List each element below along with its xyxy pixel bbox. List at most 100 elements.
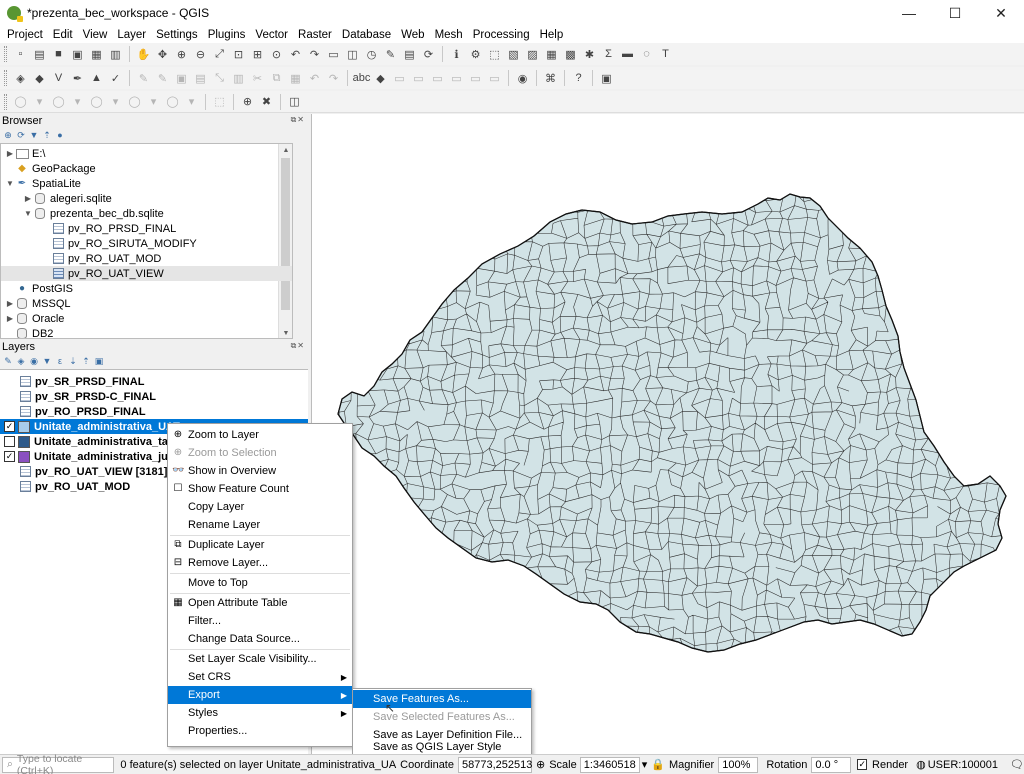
menu-database[interactable]: Database	[337, 29, 396, 41]
identify-icon[interactable]: ℹ	[448, 46, 465, 63]
context-menu-item[interactable]: Copy Layer	[168, 498, 352, 516]
lock-icon[interactable]: 🔒	[651, 758, 665, 771]
layer-symbol-swatch[interactable]	[18, 435, 30, 448]
context-menu-item[interactable]: Export ▶	[168, 686, 352, 704]
field-calculator-icon[interactable]: ▩	[562, 46, 579, 63]
layer-diagram-icon[interactable]: ▭	[486, 70, 503, 87]
locator-search-input[interactable]: ⌕ Type to locate (Ctrl+K)	[2, 753, 115, 774]
plugin-globe-icon[interactable]: ◉	[514, 70, 531, 87]
pan-to-selection-icon[interactable]: ✥	[154, 46, 171, 63]
new-3d-view-icon[interactable]: ◫	[344, 46, 361, 63]
browser-item[interactable]: ◆ GeoPackage	[1, 161, 292, 176]
change-label-icon[interactable]: ▭	[467, 70, 484, 87]
scale-dropdown-icon[interactable]: ▾	[642, 758, 648, 771]
save-as-icon[interactable]: ▣	[69, 46, 86, 63]
new-scratch-layer-icon[interactable]: ▲	[88, 70, 105, 87]
collapse-all-icon[interactable]: ⇡	[42, 130, 52, 141]
layer-item[interactable]: pv_RO_PRSD_FINAL	[0, 404, 308, 419]
browser-item[interactable]: DB2	[1, 326, 292, 338]
new-project-icon[interactable]: ▫	[12, 46, 29, 63]
copy-icon[interactable]: ⧉	[268, 70, 285, 87]
zoom-selection-icon[interactable]: ⊡	[230, 46, 247, 63]
label-toolbar-icon[interactable]: ◆	[372, 70, 389, 87]
browser-item[interactable]: pv_RO_SIRUTA_MODIFY	[1, 236, 292, 251]
magnifier-spinbox[interactable]: 100%	[718, 756, 759, 773]
dropdown-icon[interactable]: ▾	[69, 93, 86, 110]
browser-item[interactable]: ▶ MSSQL	[1, 296, 292, 311]
context-menu-item[interactable]: ☐ Show Feature Count	[168, 480, 352, 498]
cut-icon[interactable]: ✂	[249, 70, 266, 87]
menu-vector[interactable]: Vector	[250, 29, 293, 41]
collapse-all-icon[interactable]: ⇡	[81, 356, 91, 367]
rotate-label-icon[interactable]: ▭	[448, 70, 465, 87]
toolbar-grip[interactable]	[4, 93, 7, 110]
dropdown-icon[interactable]: ▾	[145, 93, 162, 110]
expand-arrow-icon[interactable]: ▶	[5, 149, 15, 158]
close-button[interactable]: ✕	[978, 0, 1024, 26]
refresh-icon[interactable]: ⟳	[16, 130, 26, 141]
expand-all-icon[interactable]: ⇣	[68, 356, 78, 367]
context-menu-item[interactable]: Filter...	[168, 612, 352, 630]
coordinate-field[interactable]: 58773,252513	[458, 756, 532, 773]
menu-project[interactable]: Project	[2, 29, 48, 41]
layer-symbol-swatch[interactable]	[18, 450, 30, 463]
render-checkbox[interactable]: ✓	[857, 759, 868, 770]
dropdown-icon[interactable]: ▾	[31, 93, 48, 110]
browser-item[interactable]: pv_RO_UAT_VIEW	[1, 266, 292, 281]
actions-icon[interactable]: ⚙	[467, 46, 484, 63]
layer-symbol-swatch[interactable]	[18, 420, 30, 433]
label-icon[interactable]: abc	[353, 70, 371, 87]
maximize-button[interactable]: ☐	[932, 0, 978, 26]
layer-visibility-checkbox[interactable]: ✓	[4, 421, 15, 432]
bookmark-icon[interactable]: ✎	[382, 46, 399, 63]
filter-icon[interactable]: ▼	[29, 130, 39, 140]
zoom-in-icon[interactable]: ⊕	[173, 46, 190, 63]
expand-arrow-icon[interactable]: ▼	[23, 209, 33, 218]
menu-layer[interactable]: Layer	[112, 29, 151, 41]
layer-visibility-checkbox[interactable]: ✓	[4, 451, 15, 462]
expand-arrow-icon[interactable]: ▶	[5, 299, 15, 308]
minimize-button[interactable]: —	[886, 0, 932, 26]
menu-plugins[interactable]: Plugins	[203, 29, 251, 41]
filter-expression-icon[interactable]: ε	[55, 356, 65, 366]
redo-icon[interactable]: ↷	[325, 70, 342, 87]
panel-float-close-buttons[interactable]: ⧉✕	[291, 115, 305, 125]
zoom-next-icon[interactable]: ↷	[306, 46, 323, 63]
plugin-icon[interactable]: ▣	[598, 70, 615, 87]
print-layout-icon[interactable]: ▦	[88, 46, 105, 63]
romania-uat-map[interactable]	[312, 114, 1024, 754]
zoom-native-icon[interactable]: ⊙	[268, 46, 285, 63]
layer-item[interactable]: pv_SR_PRSD-C_FINAL	[0, 389, 308, 404]
paste-icon[interactable]: ▦	[287, 70, 304, 87]
context-menu-item[interactable]: ⊟ Remove Layer...	[168, 554, 352, 572]
temporal-icon[interactable]: ◷	[363, 46, 380, 63]
menu-processing[interactable]: Processing	[468, 29, 535, 41]
show-bookmarks-icon[interactable]: ▤	[401, 46, 418, 63]
overview-icon[interactable]: ◫	[286, 93, 303, 110]
context-menu-item[interactable]: 👓 Show in Overview	[168, 462, 352, 480]
remove-layer-icon[interactable]: ▣	[94, 356, 104, 367]
messages-icon[interactable]: 🗨	[1010, 758, 1024, 771]
locator-zoom-icon[interactable]: ⊕	[239, 93, 256, 110]
data-source-manager-icon[interactable]: ◈	[12, 70, 29, 87]
expand-arrow-icon[interactable]: ▶	[5, 314, 15, 323]
menu-settings[interactable]: Settings	[151, 29, 203, 41]
dropdown-icon[interactable]: ▾	[183, 93, 200, 110]
new-spatialite-icon[interactable]: ✒	[69, 70, 86, 87]
layer-visibility-checkbox[interactable]	[4, 436, 15, 447]
browser-item[interactable]: ▼ prezenta_bec_db.sqlite	[1, 206, 292, 221]
visibility-icon[interactable]: ◉	[29, 356, 39, 367]
zoom-layer-icon[interactable]: ⊞	[249, 46, 266, 63]
crosshair-icon[interactable]: ⊕	[536, 758, 545, 771]
new-map-view-icon[interactable]: ▭	[325, 46, 342, 63]
zoom-full-icon[interactable]: ⤢	[211, 46, 228, 63]
python-console-icon[interactable]: ⌘	[542, 70, 559, 87]
add-rectangle-icon[interactable]: ◯	[88, 93, 105, 110]
pan-icon[interactable]: ✋	[135, 46, 152, 63]
crs-globe-icon[interactable]: ◍	[916, 758, 926, 771]
add-ellipse-icon[interactable]: ◯	[50, 93, 67, 110]
add-arc-icon[interactable]: ◯	[164, 93, 181, 110]
layout-manager-icon[interactable]: ▥	[107, 46, 124, 63]
move-label-icon[interactable]: ▭	[429, 70, 446, 87]
toolbar-grip[interactable]	[4, 70, 7, 86]
